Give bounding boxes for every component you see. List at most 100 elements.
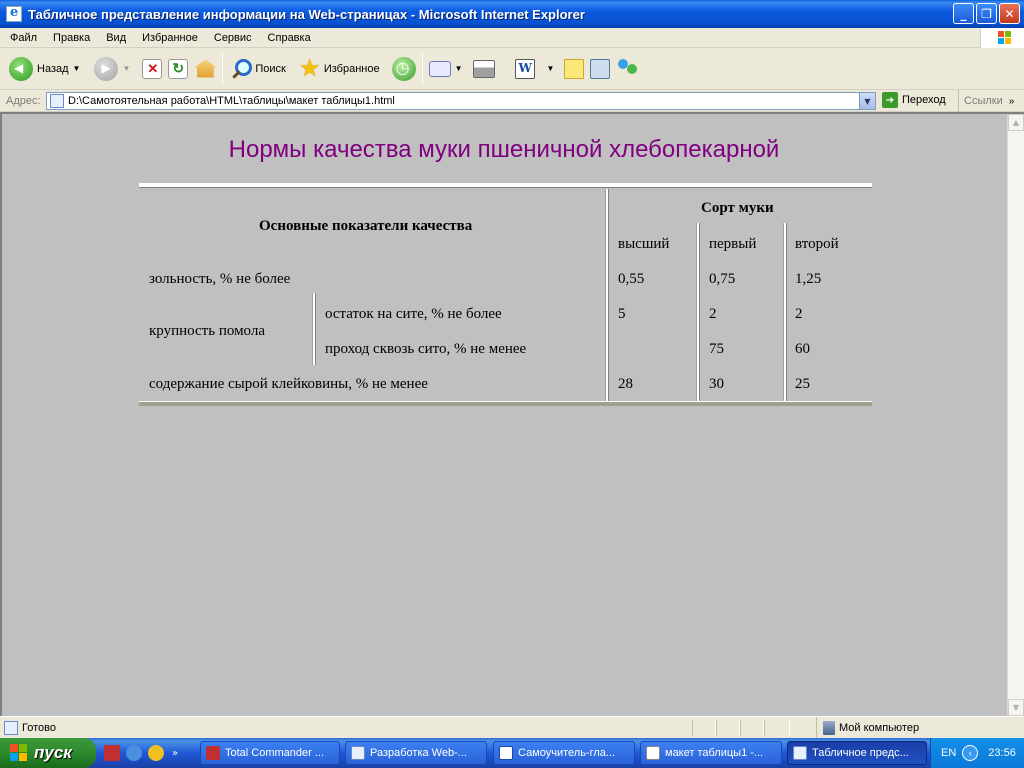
scroll-down-arrow-icon[interactable]: ▼ [1008,699,1024,716]
history-icon [391,56,416,81]
address-field[interactable]: ▼ [46,92,876,110]
address-input[interactable] [68,95,848,107]
vertical-scrollbar[interactable]: ▲ ▼ [1007,114,1024,716]
minimize-button[interactable]: _ [953,3,974,24]
system-tray: EN ‹ 23:56 [930,738,1024,768]
column-divider [605,189,609,401]
stop-button[interactable] [139,53,165,85]
messenger-button[interactable] [613,53,643,85]
scroll-up-arrow-icon[interactable]: ▲ [1008,114,1024,131]
window-controls: _ ❐ ✕ [953,3,1020,24]
windows-flag-icon [10,744,28,762]
grade-header: первый [709,236,757,252]
window-titlebar[interactable]: Табличное представление информации на We… [0,0,1024,28]
menu-tools[interactable]: Сервис [206,32,260,44]
task-button[interactable]: Самоучитель-гла... [493,741,635,765]
status-pane [716,720,740,736]
column-divider [696,223,700,401]
research-button[interactable] [587,53,613,85]
row-label-ash: зольность, % не более [149,271,291,287]
search-icon [229,57,253,81]
ie-task-icon [351,746,365,760]
back-button[interactable]: Назад ▼ [6,53,83,85]
notepad-icon [646,746,660,760]
menu-view[interactable]: Вид [98,32,134,44]
table-bottom-border [139,401,872,406]
start-button[interactable]: пуск [0,738,96,768]
table-cell: 28 [618,376,633,392]
row-label-grind: крупность помола [149,323,266,339]
chevron-right-icon[interactable]: » [172,748,178,759]
menu-edit[interactable]: Правка [45,32,98,44]
chevron-right-icon[interactable]: » [1009,96,1015,107]
menu-file[interactable]: Файл [0,32,45,44]
table-cell: 2 [709,306,717,322]
close-button[interactable]: ✕ [999,3,1020,24]
favorites-button[interactable]: Избранное [295,53,383,85]
ie-quicklaunch-icon[interactable] [126,745,142,761]
task-label: Табличное предс... [812,747,909,759]
research-icon [590,58,611,79]
home-icon [194,59,217,78]
clock[interactable]: 23:56 [988,747,1016,759]
table-cell: 5 [618,306,626,322]
favorites-label: Избранное [323,62,380,75]
computer-icon [823,721,835,735]
ie-task-icon [793,746,807,760]
task-label: макет таблицы1 -... [665,747,764,759]
ie-icon [6,5,22,22]
go-arrow-icon: ➔ [882,92,898,108]
security-zone[interactable]: Мой компьютер [816,717,919,739]
edit-button[interactable]: ▼ [512,53,558,85]
menu-favorites[interactable]: Избранное [134,32,206,44]
chevron-down-icon[interactable]: ▼ [455,64,463,73]
links-toolbar[interactable]: Ссылки » [958,90,1014,112]
grade-header: высший [618,236,670,252]
chevron-down-icon[interactable]: ▼ [73,64,81,73]
word-document-icon [499,746,513,760]
status-pane [740,720,764,736]
row-sublabel-passage: проход сквозь сито, % не менее [325,341,527,357]
refresh-icon [168,58,189,79]
go-button[interactable]: ➔ Переход [882,92,946,108]
table-cell: 0,75 [709,271,736,287]
taskbar: пуск » Total Commander ... Разработка We… [0,738,1024,768]
menu-help[interactable]: Справка [260,32,319,44]
forward-button[interactable]: ▼ [91,53,133,85]
quality-table: Основные показатели качества Сорт муки в… [139,183,872,407]
media-player-icon[interactable] [148,745,164,761]
search-button[interactable]: Поиск [226,53,288,85]
restore-button[interactable]: ❐ [976,3,997,24]
window-title: Табличное представление информации на We… [28,6,585,22]
task-button[interactable]: Total Commander ... [200,741,340,765]
refresh-button[interactable] [165,53,191,85]
task-button[interactable]: Разработка Web-... [345,741,487,765]
grade-header: второй [795,236,839,252]
discuss-button[interactable] [561,53,587,85]
links-label: Ссылки [964,95,1003,107]
status-pane [764,720,790,736]
task-button[interactable]: макет таблицы1 -... [640,741,782,765]
chevron-down-icon[interactable]: ▼ [122,64,130,73]
menu-bar: Файл Правка Вид Избранное Сервис Справка [0,28,1024,48]
quicklaunch-app-icon[interactable] [104,745,120,761]
task-label: Total Commander ... [225,747,325,759]
language-indicator[interactable]: EN [941,747,956,759]
toolbar-separator [421,53,423,84]
task-button-active[interactable]: Табличное предс... [787,741,927,765]
mail-button[interactable]: ▼ [426,53,466,85]
chevron-down-icon[interactable]: ▼ [859,93,875,109]
chevron-down-icon[interactable]: ▼ [547,64,555,73]
page-icon [50,94,64,108]
page-viewport[interactable]: Нормы качества муки пшеничной хлебопекар… [0,112,1024,716]
home-button[interactable] [191,53,219,85]
forward-arrow-icon [94,56,119,81]
history-button[interactable] [389,53,419,85]
go-label: Переход [902,94,946,106]
standard-toolbar: Назад ▼ ▼ Поиск Избранное ▼ ▼ [0,48,1024,90]
restore-icon: ❐ [981,6,992,21]
status-bar: Готово Мой компьютер [0,716,1024,739]
address-label: Адрес: [6,94,41,107]
print-button[interactable] [470,53,498,85]
tray-expand-icon[interactable]: ‹ [962,745,979,761]
